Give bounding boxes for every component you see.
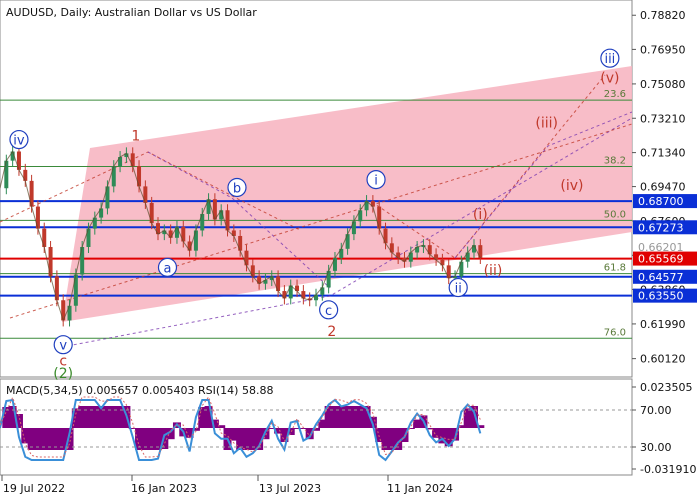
y-tick-label: 0.69470	[640, 181, 686, 194]
indicator-title: MACD(5,34,5) 0.005657 0.005403 RSI(14) 5…	[6, 384, 273, 397]
x-tick-label: 19 Jul 2022	[3, 482, 65, 495]
wave-label: 1	[131, 128, 140, 144]
y-tick-label: 0.60120	[640, 353, 686, 366]
fib-label-23-6: 23.6	[604, 89, 626, 100]
y-tick-label: 0.71340	[640, 147, 686, 160]
wave-label: (v)	[600, 71, 619, 87]
wave-label: c	[325, 304, 332, 319]
price-label: 0.68700	[638, 195, 684, 208]
wave-label: iii	[604, 52, 615, 67]
fib-label-38-2: 38.2	[604, 156, 626, 167]
y-tick-label: 0.75080	[640, 78, 686, 91]
fib-label-61-8: 61.8	[604, 263, 626, 274]
fib-label-76-0: 76.0	[604, 327, 626, 338]
y-tick-label: 0.78820	[640, 9, 686, 22]
price-label: 0.63550	[638, 290, 684, 303]
wave-label: (2)	[53, 366, 73, 382]
fib-label-50-0: 50.0	[604, 209, 626, 220]
y-tick-label: 0.61990	[640, 318, 686, 331]
x-tick-label: 16 Jan 2023	[131, 482, 197, 495]
indicator-tick-label: -0.031910	[640, 463, 696, 476]
y-tick-label: 0.73210	[640, 112, 686, 125]
wave-label: 2	[327, 324, 336, 340]
x-tick-label: 13 Jul 2023	[259, 482, 321, 495]
indicator-tick-label: 70.00	[640, 404, 672, 417]
wave-label: (iv)	[560, 178, 583, 194]
wave-label: v	[59, 339, 67, 354]
indicator-tick-label: 30.00	[640, 441, 672, 454]
audusd-chart: 23.638.250.061.876.0 ivvc(2)1abc2i(i)ii(…	[0, 0, 700, 500]
price-label: 0.67273	[638, 221, 684, 234]
wave-label: (iii)	[535, 116, 558, 132]
wave-label: ii	[455, 282, 462, 297]
wave-label: i	[374, 174, 378, 189]
indicator-tick-label: 0.023505	[640, 381, 693, 394]
wave-label: a	[163, 261, 171, 276]
wave-label: (ii)	[484, 263, 503, 279]
y-tick-label: 0.76950	[640, 43, 686, 56]
price-label: 0.65569	[638, 253, 684, 266]
wave-label: b	[233, 181, 241, 196]
price-label: 0.64577	[638, 271, 684, 284]
wave-label: (i)	[473, 207, 488, 223]
x-tick-label: 11 Jan 2024	[387, 482, 453, 495]
wave-label: iv	[13, 134, 25, 149]
chart-title: AUDUSD, Daily: Australian Dollar vs US D…	[6, 6, 257, 19]
